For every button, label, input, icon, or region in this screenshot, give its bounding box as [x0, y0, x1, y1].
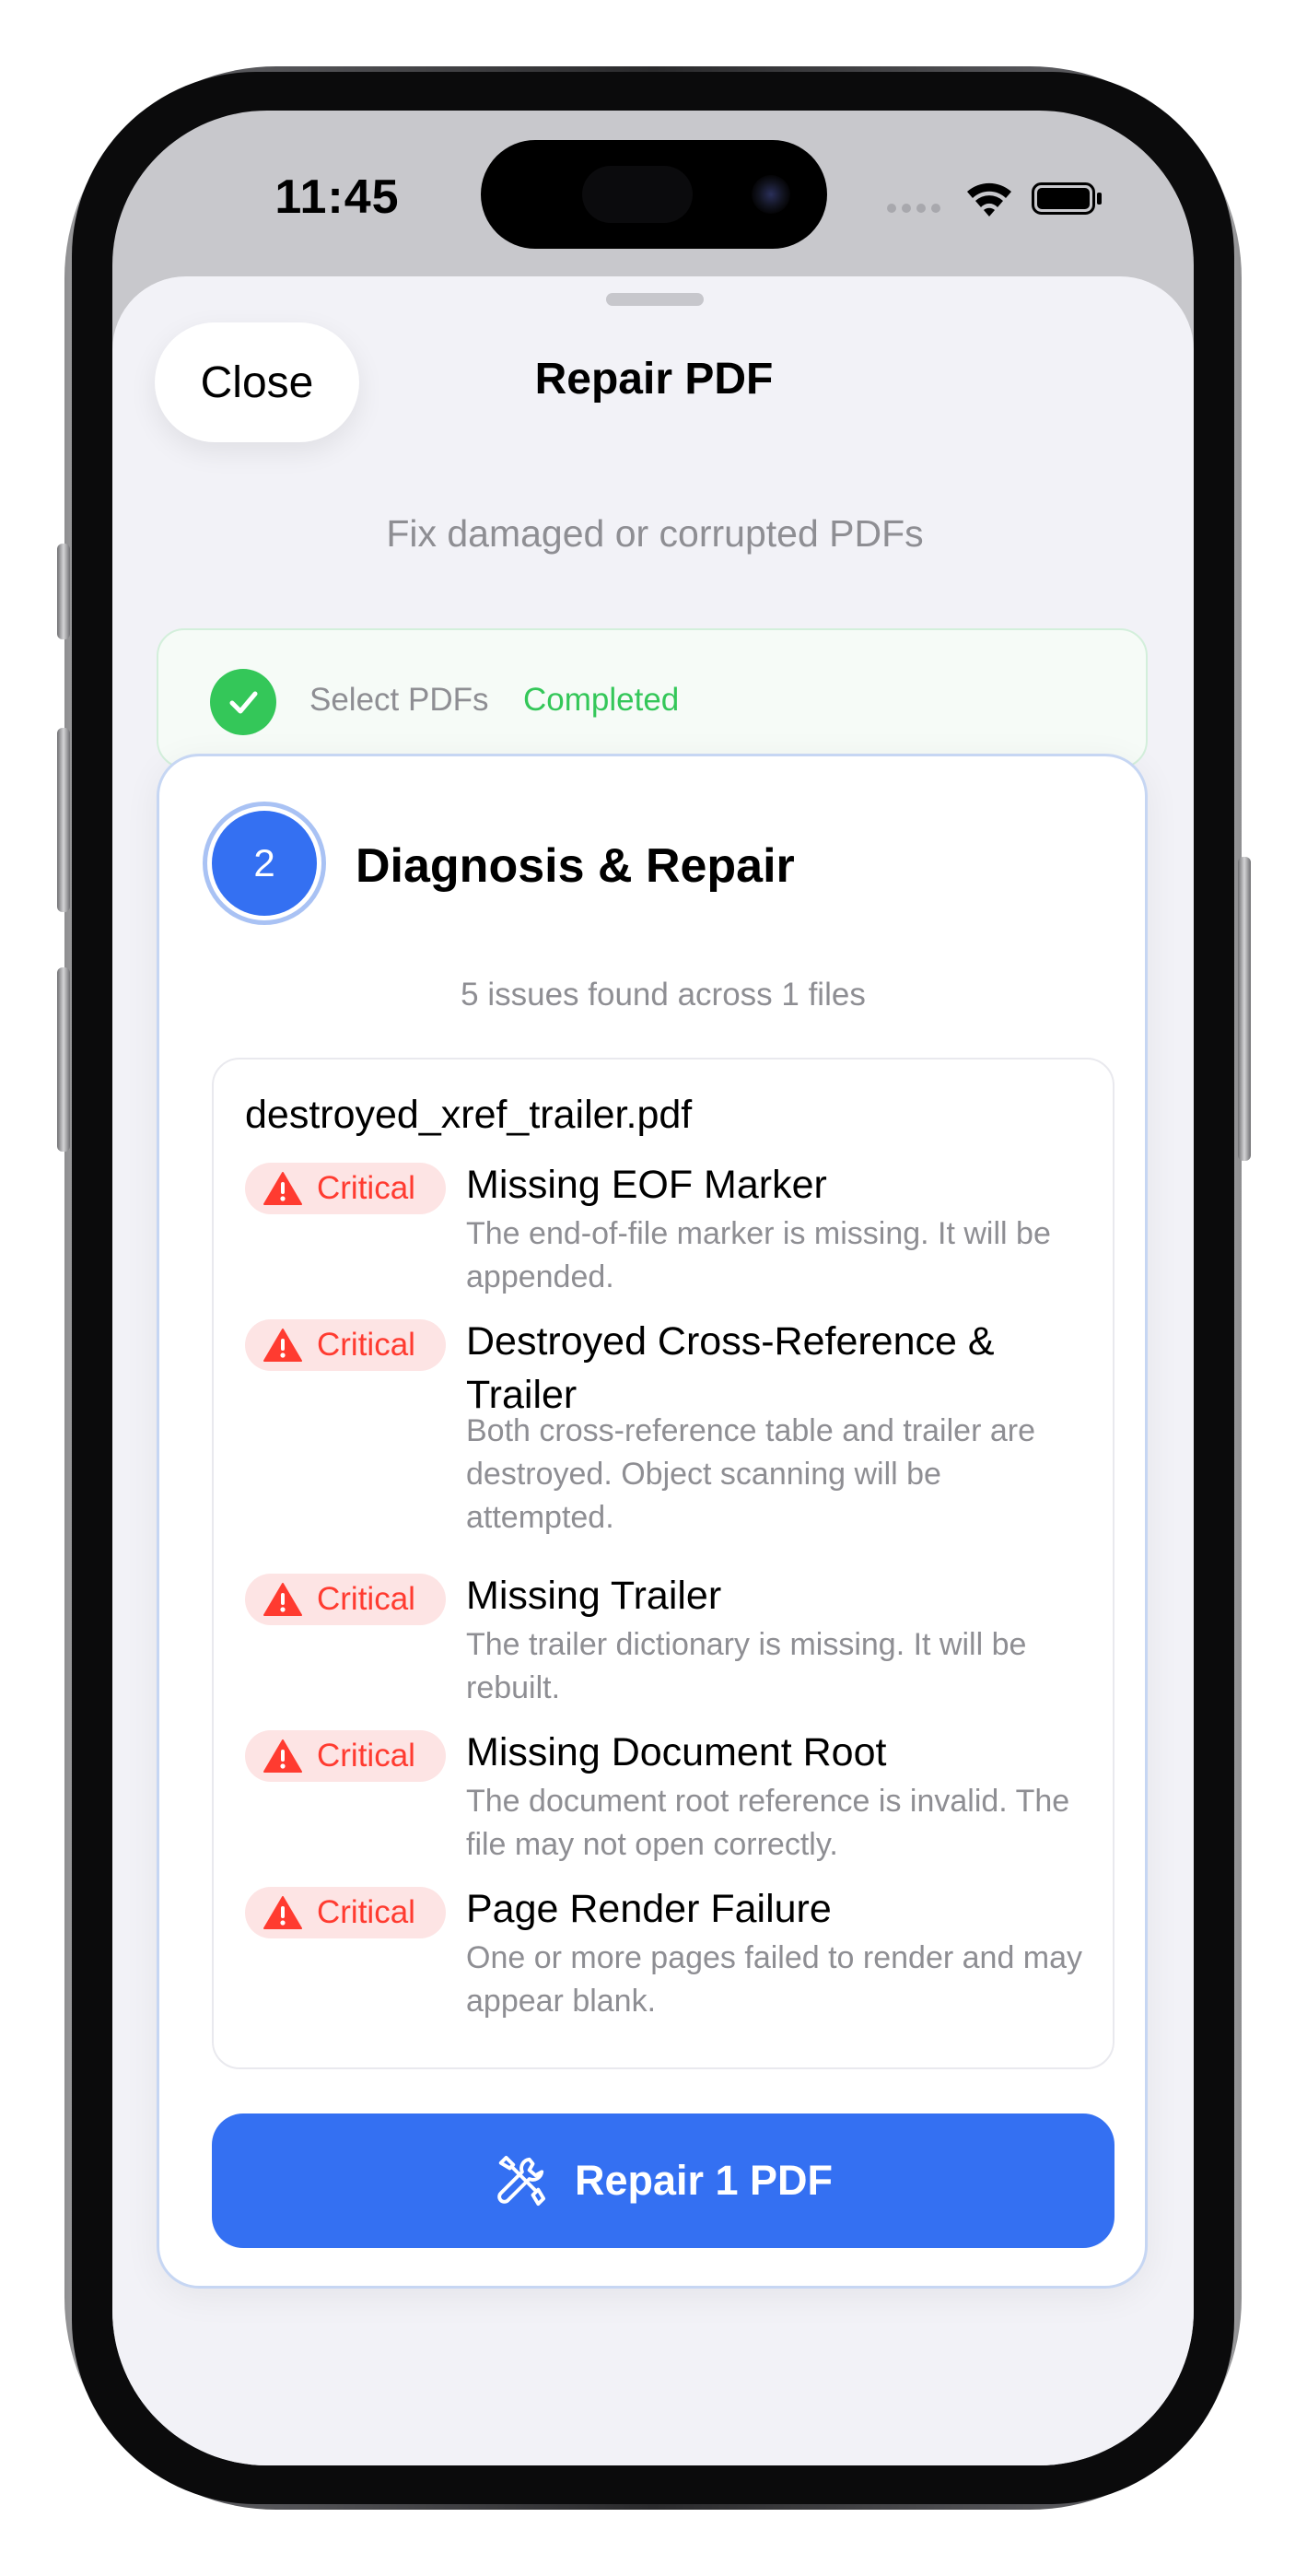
- severity-label: Critical: [317, 1738, 415, 1774]
- wrench-screwdriver-icon: [497, 2155, 546, 2207]
- power-button: [1238, 857, 1251, 1161]
- sheet-grabber[interactable]: [606, 293, 704, 306]
- island-sensor: [582, 166, 693, 223]
- warning-icon: [263, 1583, 302, 1616]
- issue-title: Missing Trailer: [466, 1574, 722, 1618]
- issue-description: Both cross-reference table and trailer a…: [466, 1413, 1035, 1535]
- volume-down-button: [57, 967, 70, 1152]
- warning-icon: [263, 1739, 302, 1773]
- issue-description: One or more pages failed to render and m…: [466, 1940, 1083, 2019]
- step2-title: Diagnosis & Repair: [356, 839, 795, 893]
- issue-description: The trailer dictionary is missing. It wi…: [466, 1627, 1027, 1705]
- repair-button-label: Repair 1 PDF: [574, 2157, 834, 2204]
- severity-label: Critical: [317, 1581, 415, 1617]
- issues-summary: 5 issues found across 1 files: [461, 977, 866, 1013]
- sheet-title: Repair PDF: [534, 355, 774, 404]
- issue-title: Missing Document Root: [466, 1730, 887, 1774]
- critical-badge: Critical: [245, 1730, 446, 1782]
- warning-icon: [263, 1896, 302, 1929]
- action-button: [57, 544, 70, 639]
- severity-label: Critical: [317, 1170, 415, 1206]
- severity-label: Critical: [317, 1894, 415, 1930]
- status-time: 11:45: [274, 170, 400, 224]
- close-button[interactable]: Close: [155, 322, 359, 442]
- step1-status: Completed: [523, 682, 680, 718]
- cellular-dots-icon: [887, 204, 940, 213]
- file-name: destroyed_xref_trailer.pdf: [245, 1093, 693, 1137]
- issue-title: Page Render Failure: [466, 1887, 832, 1931]
- volume-up-button: [57, 728, 70, 912]
- critical-badge: Critical: [245, 1574, 446, 1625]
- sheet-subtitle: Fix damaged or corrupted PDFs: [386, 512, 924, 555]
- checkmark-icon: [210, 669, 276, 735]
- repair-button[interactable]: Repair 1 PDF: [212, 2113, 1114, 2248]
- warning-icon: [263, 1329, 302, 1362]
- status-icons: [886, 177, 1116, 219]
- warning-icon: [263, 1172, 302, 1205]
- step1-label: Select PDFs: [309, 682, 489, 718]
- issue-description: The end-of-file marker is missing. It wi…: [466, 1216, 1051, 1294]
- severity-label: Critical: [317, 1327, 415, 1363]
- issue-title: Missing EOF Marker: [466, 1163, 827, 1207]
- critical-badge: Critical: [245, 1163, 446, 1214]
- battery-icon: [1032, 182, 1102, 215]
- front-camera-icon: [752, 175, 790, 214]
- critical-badge: Critical: [245, 1319, 446, 1371]
- issue-description: The document root reference is invalid. …: [466, 1784, 1070, 1862]
- step2-number: 2: [212, 811, 317, 916]
- dynamic-island: [481, 140, 827, 249]
- issue-title: Destroyed Cross-Reference & Trailer: [466, 1319, 995, 1417]
- critical-badge: Critical: [245, 1887, 446, 1938]
- wifi-icon: [967, 182, 1011, 217]
